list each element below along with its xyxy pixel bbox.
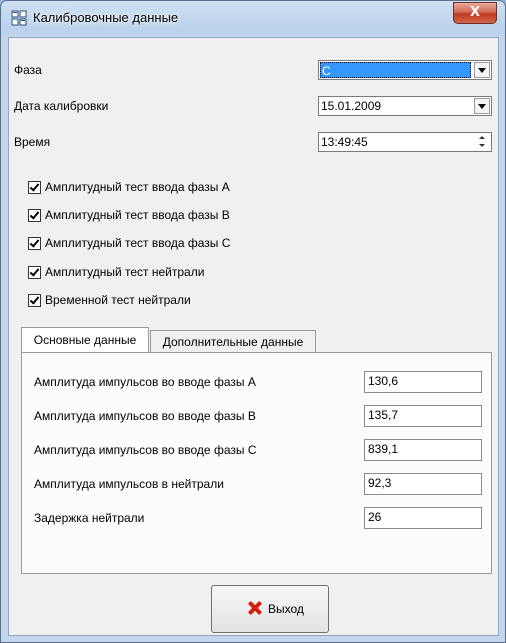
tab-additional-data[interactable]: Дополнительные данные [150,330,316,352]
checkbox-checked-icon[interactable] [28,209,41,222]
exit-button[interactable]: Выход [211,585,329,633]
checkbox-checked-icon[interactable] [28,266,41,279]
checkbox-checked-icon[interactable] [28,294,41,307]
time-value: 13:49:45 [321,135,368,149]
tab-main-data[interactable]: Основные данные [21,327,149,352]
calibration-date-value: 15.01.2009 [321,99,382,113]
checkbox-checked-icon[interactable] [28,181,41,194]
phase-value: C [320,62,471,78]
calibration-date-label: Дата калибровки [14,99,109,113]
close-icon: X [469,5,481,20]
dialog-window: Калибровочные данные X Фаза C Дата калиб… [0,0,506,643]
amp-phase-c-field[interactable]: 839,1 [364,439,482,461]
main-data-panel: Амплитуда импульсов во вводе фазы А 130,… [21,352,492,574]
spin-down-icon[interactable] [474,142,490,150]
amp-neutral-label: Амплитуда импульсов в нейтрали [34,477,224,491]
dialog-body: Фаза C Дата калибровки 15.01.2009 Время … [8,37,499,636]
chevron-down-icon[interactable] [474,98,490,114]
time-label: Время [14,135,51,149]
close-button[interactable]: X [453,2,497,24]
checkbox-label: Временной тест нейтрали [45,293,191,307]
chevron-down-icon[interactable] [474,62,490,78]
neutral-delay-field[interactable]: 26 [364,507,482,529]
spin-up-icon[interactable] [474,134,490,142]
checkbox-label: Амплитудный тест ввода фазы А [45,180,230,194]
exit-button-label: Выход [268,602,304,616]
amp-phase-a-label: Амплитуда импульсов во вводе фазы А [34,375,256,389]
amp-neutral-field[interactable]: 92,3 [364,473,482,495]
checkbox-checked-icon[interactable] [28,237,41,250]
checkbox-label: Амплитудный тест ввода фазы С [45,236,231,250]
amp-phase-c-label: Амплитуда импульсов во вводе фазы С [34,443,257,457]
checkbox-label: Амплитудный тест ввода фазы В [45,208,230,222]
title-bar[interactable]: Калибровочные данные X [1,1,505,35]
window-title: Калибровочные данные [33,10,179,25]
phase-select[interactable]: C [318,60,492,80]
amp-phase-a-field[interactable]: 130,6 [364,371,482,393]
time-spinner[interactable] [474,134,490,150]
app-icon [11,10,27,26]
amp-phase-b-label: Амплитуда импульсов во вводе фазы В [34,409,256,423]
calibration-date-picker[interactable]: 15.01.2009 [318,96,492,116]
close-icon [247,600,262,615]
time-input[interactable]: 13:49:45 [318,132,492,152]
amp-phase-b-field[interactable]: 135,7 [364,405,482,427]
neutral-delay-label: Задержка нейтрали [34,511,145,525]
checkbox-label: Амплитудный тест нейтрали [45,265,205,279]
phase-label: Фаза [14,63,42,77]
